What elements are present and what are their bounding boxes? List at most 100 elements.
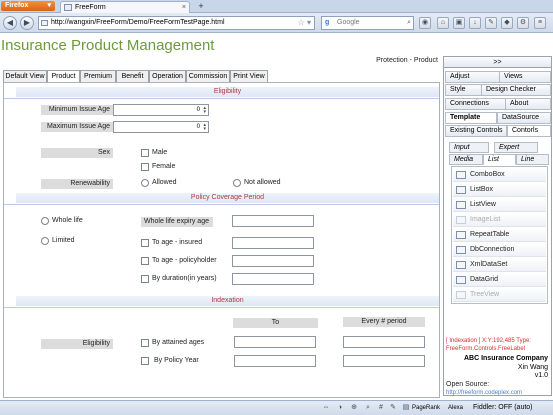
home-icon[interactable]: ⌂: [437, 17, 449, 29]
search-icon[interactable]: ⌕: [364, 404, 372, 412]
collapse-panel-button[interactable]: >>: [444, 57, 551, 68]
eligibility-section-header: Eligibility: [16, 87, 439, 97]
whole-life-label: Whole life: [52, 217, 83, 224]
by-policy-year-checkbox[interactable]: [141, 357, 149, 365]
new-tab-button[interactable]: +: [193, 0, 209, 12]
subtab-input[interactable]: Input: [449, 142, 489, 153]
views-button[interactable]: Views: [499, 71, 551, 83]
limited-radio[interactable]: [41, 237, 49, 245]
allowed-radio[interactable]: [141, 179, 149, 187]
firefox-menu-label: Firefox: [5, 2, 29, 9]
search-placeholder: Google: [337, 19, 360, 26]
male-checkbox[interactable]: [141, 149, 149, 157]
control-dbconnection[interactable]: DbConnection: [453, 243, 546, 257]
hashtag-icon[interactable]: #: [377, 404, 385, 412]
whole-life-expiry-input[interactable]: [232, 215, 314, 227]
allowed-label: Allowed: [152, 179, 177, 186]
subtab-line[interactable]: Line: [516, 154, 549, 165]
to-age-policyholder-checkbox[interactable]: [141, 257, 149, 265]
max-issue-age-input[interactable]: 0 ▴ ▾: [113, 121, 209, 133]
control-label: DataGrid: [470, 276, 499, 283]
xmldataset-icon: [456, 261, 466, 269]
every-period-column-header: Every # period: [343, 317, 425, 327]
attained-ages-every-input[interactable]: [343, 336, 425, 348]
zoom-icon[interactable]: ▣: [453, 17, 465, 29]
about-button[interactable]: About: [505, 98, 551, 110]
to-age-insured-checkbox[interactable]: [141, 239, 149, 247]
subtab-media[interactable]: Media: [449, 154, 483, 165]
close-tab-icon[interactable]: ×: [182, 2, 186, 13]
arrows-icon[interactable]: ⇔: [322, 404, 330, 412]
open-source-link[interactable]: http://freeform.codeplex.com: [446, 390, 522, 396]
addon-icon[interactable]: ◉: [419, 17, 431, 29]
by-duration-input[interactable]: [232, 273, 314, 285]
connections-button[interactable]: Connections: [445, 98, 506, 110]
subtab-expert[interactable]: Expert: [494, 142, 538, 153]
sex-label: Sex: [41, 148, 113, 158]
control-datagrid[interactable]: DataGrid: [453, 273, 546, 287]
author-name: Xin Wang: [517, 364, 548, 371]
control-label: ListView: [470, 201, 496, 208]
control-xmldataset[interactable]: XmlDataSet: [453, 258, 546, 272]
address-bar[interactable]: http://wangxin/FreeForm/Demo/FreeFormTes…: [38, 16, 315, 30]
selection-type: FreeForm.Controls.FreeLabel: [446, 346, 526, 352]
back-button[interactable]: ◀: [3, 16, 17, 30]
attained-ages-to-input[interactable]: [234, 336, 316, 348]
by-attained-ages-label: By attained ages: [152, 339, 205, 346]
tools-icon[interactable]: ✎: [485, 17, 497, 29]
forward-button[interactable]: ▶: [20, 16, 34, 30]
zoom-icon[interactable]: ⊕: [350, 404, 358, 412]
control-label: ListBox: [470, 186, 493, 193]
page-favicon-icon: [64, 4, 72, 11]
section-divider: [4, 204, 439, 205]
search-box[interactable]: g Google ⌕: [321, 16, 414, 30]
menu-icon[interactable]: ≡: [534, 17, 546, 29]
existing-controls-tab[interactable]: Existing Controls: [445, 125, 507, 137]
browser-tab[interactable]: FreeForm ×: [60, 1, 190, 13]
to-age-policyholder-label: To age - policyholder: [152, 257, 217, 264]
spinner-icon[interactable]: ▴ ▾: [203, 106, 206, 115]
design-checker-button[interactable]: Design Checker: [481, 84, 551, 96]
style-button[interactable]: Style: [445, 84, 482, 96]
policy-year-every-input[interactable]: [343, 355, 425, 367]
male-label: Male: [152, 149, 168, 156]
by-duration-checkbox[interactable]: [141, 275, 149, 283]
controls-tab[interactable]: Contorls: [507, 125, 551, 137]
section-divider: [4, 307, 439, 308]
not-allowed-radio[interactable]: [233, 179, 241, 187]
spinner-icon[interactable]: ▴ ▾: [203, 123, 206, 132]
control-listbox[interactable]: ListBox: [453, 183, 546, 197]
whole-life-radio[interactable]: [41, 217, 49, 225]
by-duration-label: By duration(in years): [152, 275, 217, 282]
adjust-button[interactable]: Adjust: [445, 71, 500, 83]
template-button[interactable]: Template: [445, 112, 497, 124]
edit-icon[interactable]: ✎: [389, 404, 397, 412]
by-attained-ages-checkbox[interactable]: [141, 339, 149, 347]
addon-status-icon[interactable]: ◑: [336, 404, 344, 412]
fiddler-status[interactable]: Fiddler: OFF (auto): [473, 401, 533, 415]
datasource-button[interactable]: DataSource: [497, 112, 551, 124]
min-issue-age-input[interactable]: 0 ▴ ▾: [113, 104, 209, 116]
search-icon[interactable]: ⌕: [407, 17, 411, 29]
pagerank-label: PageRank: [412, 405, 441, 411]
control-label: ComboBox: [470, 171, 505, 178]
to-age-policyholder-input[interactable]: [232, 255, 314, 267]
to-age-insured-input[interactable]: [232, 237, 314, 249]
to-column-header: To: [233, 318, 318, 328]
female-checkbox[interactable]: [141, 163, 149, 171]
limited-label: Limited: [52, 237, 75, 244]
browser-tab-bar: Firefox ▾ FreeForm × +: [0, 0, 553, 13]
bookmark-star-icon[interactable]: ☆ ▾: [298, 17, 311, 29]
control-repeattable[interactable]: RepeatTable: [453, 228, 546, 242]
extension-icon[interactable]: ◆: [501, 17, 513, 29]
section-divider: [4, 98, 439, 99]
download-icon[interactable]: ↓: [469, 17, 481, 29]
pagerank-icon[interactable]: ▤: [402, 404, 410, 412]
control-combobox[interactable]: ComboBox: [453, 168, 546, 182]
subtab-list[interactable]: List: [483, 154, 516, 165]
max-issue-age-label: Maximum Issue Age: [41, 122, 113, 132]
firefox-menu-button[interactable]: Firefox ▾: [1, 1, 55, 11]
control-listview[interactable]: ListView: [453, 198, 546, 212]
gear-icon[interactable]: ⚙: [517, 17, 529, 29]
policy-year-to-input[interactable]: [234, 355, 316, 367]
